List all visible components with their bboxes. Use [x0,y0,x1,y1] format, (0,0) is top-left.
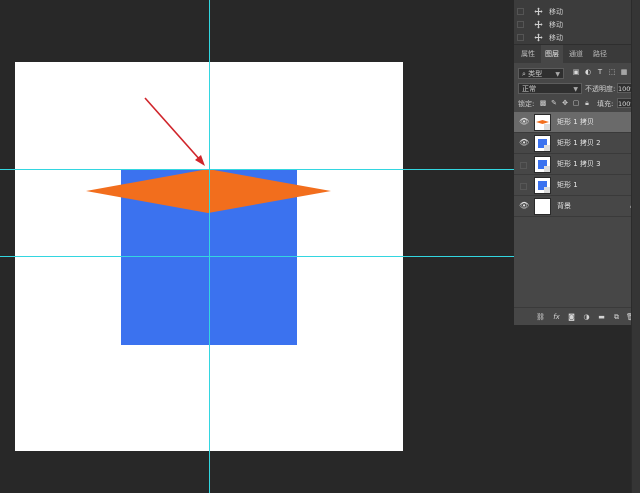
tab-properties[interactable]: 属性 [517,45,539,63]
move-icon [534,33,543,42]
visibility-eye-icon[interactable]: 👁︎ [519,202,529,210]
layer-name: 矩形 1 拷贝 2 [557,139,601,147]
visibility-toggle-off[interactable] [520,183,527,190]
annotation-arrow [144,97,205,166]
layer-filter-row: ⌕ 类型 ▼ ▣ ◐ T ⬚ ▦ [514,68,640,79]
history-checkbox[interactable] [517,34,524,41]
horizontal-guide-top[interactable] [0,169,514,170]
lock-image-icon[interactable]: ✎ [550,98,558,108]
move-icon [534,20,543,29]
panel-tab-bar: 属性 图层 通道 路径 » [514,45,640,63]
lock-artboard-icon[interactable]: ▢ [572,98,580,108]
opacity-label: 不透明度: [585,85,616,93]
layer-thumbnail [534,114,551,131]
filter-kind-label: 类型 [528,70,543,78]
adjustment-icon[interactable]: ◑ [582,313,591,322]
history-label: 移动 [549,33,563,42]
layer-thumbnail [534,156,551,173]
image-filter-icon[interactable]: ▣ [572,68,580,77]
fx-icon[interactable]: fx [552,313,561,322]
layer-row[interactable]: 👁︎ 矩形 1 拷贝 [514,112,640,133]
chevron-down-icon: ▼ [555,71,560,78]
horizontal-guide-bottom[interactable] [0,256,514,257]
group-folder-icon[interactable]: ▬ [597,313,606,322]
visibility-eye-icon[interactable]: 👁︎ [519,139,529,147]
chevron-down-icon: ▼ [573,86,578,93]
link-icon[interactable]: ⛓︎ [536,313,545,322]
search-icon: ⌕ [522,70,526,78]
layer-thumbnail [534,177,551,194]
tab-channels[interactable]: 通道 [565,45,587,63]
history-item[interactable]: 移动 [514,18,631,31]
new-layer-icon[interactable]: ⧉ [612,313,621,322]
lock-all-icon[interactable]: 🔒︎ [583,98,591,108]
visibility-eye-icon[interactable]: 👁︎ [519,118,529,126]
mask-icon[interactable]: ◙ [567,313,576,322]
layers-footer: ⛓︎ fx ◙ ◑ ▬ ⧉ 🗑︎ [514,307,640,327]
layer-row[interactable]: 矩形 1 [514,175,640,196]
lock-position-icon[interactable]: ✥ [561,98,569,108]
layer-row[interactable]: 矩形 1 拷贝 3 [514,154,640,175]
fill-label: 填充: [597,100,614,108]
blend-mode-dropdown[interactable]: 正常 ▼ [518,83,582,94]
canvas-workspace[interactable] [0,0,514,493]
history-label: 移动 [549,7,563,16]
adjustment-filter-icon[interactable]: ◐ [584,68,592,77]
history-checkbox[interactable] [517,21,524,28]
tab-layers[interactable]: 图层 [541,45,563,63]
visibility-toggle-off[interactable] [520,162,527,169]
lock-row: 锁定: ▩ ✎ ✥ ▢ 🔒︎ 填充: 100% [514,98,640,109]
history-item[interactable]: 移动 [514,5,631,18]
layer-row[interactable]: 👁︎ 背景 🔒︎ [514,196,640,217]
layer-thumbnail [534,198,551,215]
blend-row: 正常 ▼ 不透明度: 100% [514,83,640,94]
layer-name: 矩形 1 拷贝 [557,118,594,126]
layers-panel: 属性 图层 通道 路径 » ⌕ 类型 ▼ ▣ ◐ T ⬚ ▦ 正常 ▼ 不透明度… [514,44,640,327]
lock-label: 锁定: [518,100,535,108]
layer-name: 矩形 1 拷贝 3 [557,160,601,168]
history-item[interactable]: 移动 [514,31,631,44]
history-checkbox[interactable] [517,8,524,15]
history-panel: 移动 移动 移动 [514,0,631,44]
dock-empty-area [514,325,631,493]
smart-object-filter-icon[interactable]: ▦ [620,68,628,77]
layer-name: 矩形 1 [557,181,578,189]
layer-thumbnail [534,135,551,152]
layer-name: 背景 [557,202,571,210]
history-label: 移动 [549,20,563,29]
dock-collapse-strip[interactable] [631,0,640,493]
filter-kind-dropdown[interactable]: ⌕ 类型 ▼ [518,68,564,79]
shape-filter-icon[interactable]: ⬚ [608,68,616,77]
artwork-layer [86,97,331,345]
blend-mode-label: 正常 [522,85,536,93]
lock-transparent-icon[interactable]: ▩ [539,98,547,108]
vertical-guide[interactable] [209,0,210,493]
move-icon [534,7,543,16]
tab-paths[interactable]: 路径 [589,45,611,63]
layer-row[interactable]: 👁︎ 矩形 1 拷贝 2 [514,133,640,154]
type-filter-icon[interactable]: T [596,68,604,77]
